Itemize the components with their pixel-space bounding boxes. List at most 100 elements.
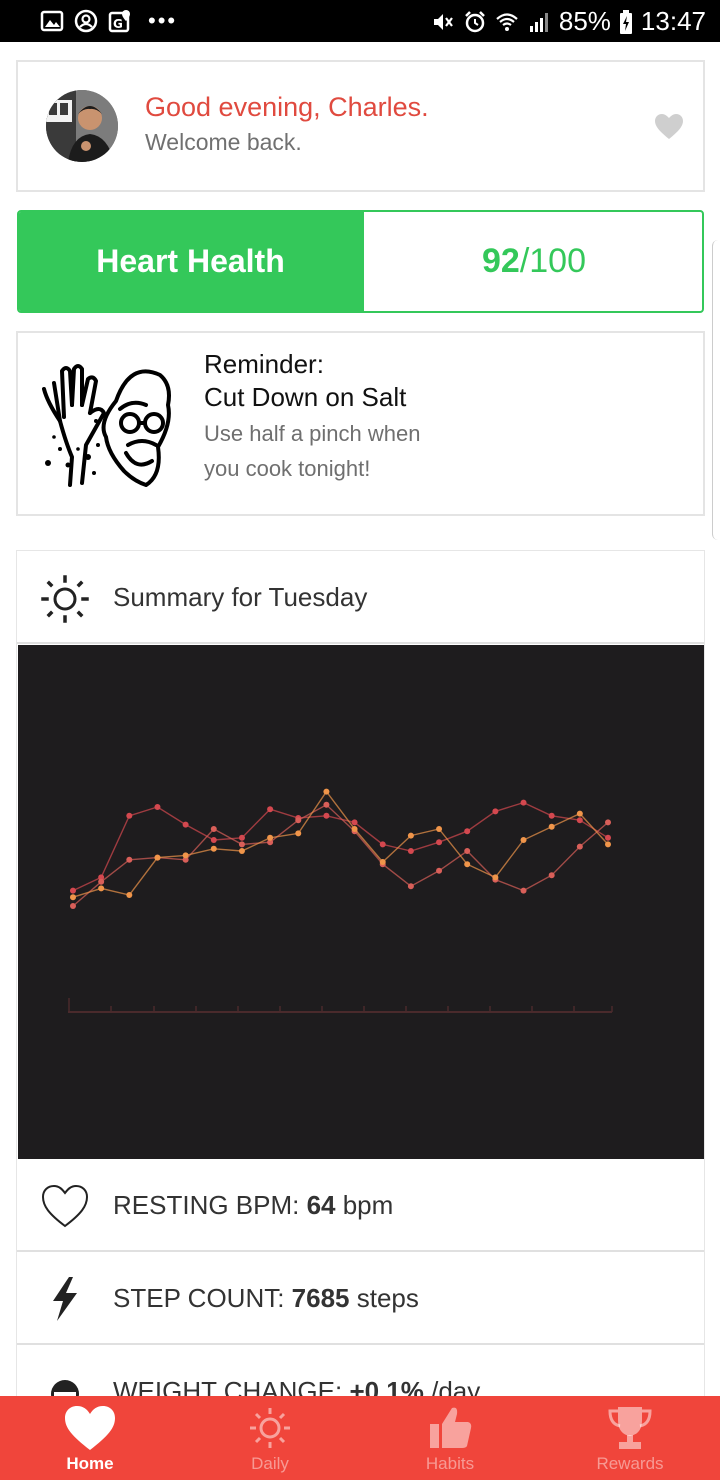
resting-bpm-row[interactable]: RESTING BPM: 64 bpm (17, 1160, 704, 1252)
step-count-row[interactable]: STEP COUNT: 7685 steps (17, 1253, 704, 1345)
reminder-body-line-1: Use half a pinch when (204, 421, 421, 446)
mute-icon (433, 13, 453, 30)
resting-bpm-label: RESTING BPM: (113, 1190, 307, 1220)
summary-chart (18, 645, 704, 1159)
chart-point (267, 834, 274, 841)
chart-point (323, 788, 330, 795)
svg-text:G: G (113, 17, 123, 31)
chart-series-line-2 (72, 803, 609, 907)
chart-point (182, 852, 189, 859)
chart-series-line-3 (72, 790, 609, 898)
chart-point (464, 861, 471, 868)
nav-home-label: Home (66, 1454, 114, 1473)
clock: 13:47 (640, 6, 706, 36)
sun-icon (41, 575, 89, 623)
bottom-navigation: Home Daily Habits Rewards (0, 1396, 720, 1480)
chart-point (548, 872, 555, 879)
chart-point (295, 830, 302, 837)
chart-point (210, 826, 217, 832)
reminder-heading: Reminder: (204, 349, 324, 379)
chart-point (407, 832, 414, 839)
chart-point (464, 848, 471, 854)
status-left-icons: G ••• (40, 8, 177, 34)
chart-point (238, 834, 245, 841)
chart-point (576, 810, 583, 817)
maps-icon: G (108, 10, 130, 33)
trophy-icon (608, 1407, 652, 1449)
chart-point (379, 841, 386, 848)
chart-point (126, 812, 133, 819)
alarm-icon (464, 10, 485, 32)
gallery-icon (40, 10, 64, 32)
heart-health-score-value: 92 (481, 242, 520, 280)
chart-point (126, 856, 133, 863)
chart-point (98, 885, 105, 892)
chart-point (182, 821, 189, 828)
chart-point (98, 878, 105, 885)
heart-health-banner[interactable]: Heart Health 92/100 (17, 210, 704, 313)
heart-outline-icon (41, 1184, 89, 1228)
chart-point (407, 883, 414, 890)
reminder-illustration (42, 364, 171, 487)
reminder-title: Cut Down on Salt (204, 382, 407, 412)
chart-point (492, 808, 499, 815)
nav-habits-label: Habits (425, 1454, 475, 1473)
resting-bpm-value: 64 (306, 1190, 336, 1220)
chart-point (520, 837, 527, 843)
status-bar: G ••• 85% 13:47 (0, 0, 720, 42)
chart-point (464, 828, 471, 835)
step-count-value: 7685 (291, 1283, 350, 1313)
chart-point (520, 887, 527, 894)
summary-header: Summary for Tuesday (17, 551, 704, 644)
more-notifications-icon: ••• (148, 8, 178, 33)
chart-point (238, 848, 245, 854)
heart-icon (65, 1406, 115, 1450)
chart-point (351, 826, 358, 832)
chart-point (267, 806, 274, 813)
scroll-indicator (712, 240, 720, 540)
chart-point (238, 841, 245, 848)
resting-bpm-unit: bpm (335, 1190, 394, 1220)
account-icon (74, 9, 98, 33)
chart-point (407, 848, 414, 854)
nav-habits[interactable]: Habits (360, 1396, 540, 1480)
chart-point (154, 854, 161, 861)
chart-point (70, 887, 76, 894)
weight-change-row[interactable]: WEIGHT CHANGE: +0.1% /day (17, 1346, 704, 1399)
chart-point (605, 841, 611, 848)
reminder-card[interactable]: Reminder: Cut Down on Salt Use half a pi… (16, 331, 705, 516)
battery-percent: 85% (558, 6, 611, 36)
chart-point (576, 843, 583, 850)
heart-health-label: Heart Health (19, 212, 362, 311)
chart-point (605, 819, 611, 826)
summary-card: Summary for Tuesday RESTING BPM: 64 bpm … (16, 550, 705, 1400)
nav-rewards-label: Rewards (596, 1454, 664, 1473)
step-count-label: STEP COUNT: (113, 1283, 292, 1313)
chart-point (576, 817, 583, 824)
summary-title: Summary for Tuesday (113, 582, 368, 612)
chart-point (379, 859, 386, 865)
step-count-unit: steps (349, 1283, 419, 1313)
lightning-icon (53, 1277, 77, 1321)
status-right: 85% 13:47 (431, 6, 706, 37)
chart-point (436, 826, 443, 832)
greeting-card: Good evening, Charles. Welcome back. (16, 60, 705, 192)
nav-home[interactable]: Home (0, 1396, 180, 1480)
chart-point (323, 801, 330, 808)
sun-icon (250, 1408, 290, 1448)
greeting-subtitle: Welcome back. (145, 129, 302, 155)
resting-bpm-text: RESTING BPM: 64 bpm (113, 1190, 393, 1221)
nav-rewards[interactable]: Rewards (540, 1396, 720, 1480)
chart-point (520, 799, 527, 806)
chart-point (154, 804, 161, 810)
chart-point (295, 817, 302, 824)
heart-health-score-max: /100 (519, 242, 586, 280)
chart-point (210, 845, 217, 852)
heart-favorite-icon[interactable] (655, 114, 683, 140)
chart-point (605, 834, 611, 841)
chart-series-line-1 (72, 801, 609, 892)
nav-daily[interactable]: Daily (180, 1396, 360, 1480)
chart-point (492, 874, 499, 881)
nav-daily-label: Daily (251, 1454, 289, 1473)
avatar[interactable] (46, 90, 118, 162)
